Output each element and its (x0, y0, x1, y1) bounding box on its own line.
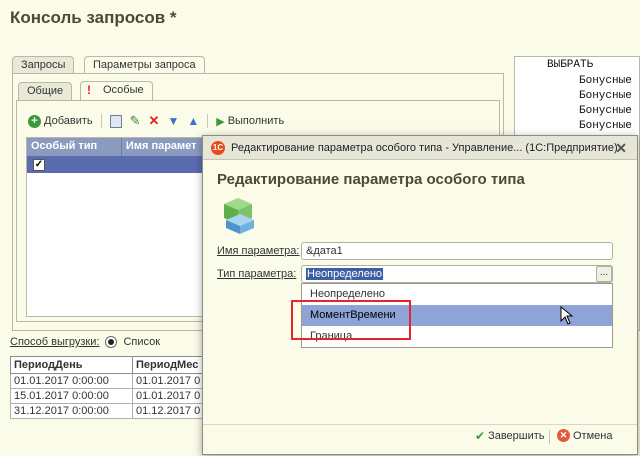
param-name-label: Имя параметра: (217, 245, 300, 257)
finish-icon: ✔ (475, 429, 486, 443)
query-line: Бонусные (579, 120, 632, 132)
grid-col-param-name[interactable]: Имя парамет (122, 138, 205, 156)
table-cell: 01.12.2017 0 (132, 403, 210, 419)
add-button[interactable]: + Добавить (28, 114, 93, 128)
param-type-value: Неопределено (306, 268, 384, 280)
radio-list[interactable] (105, 336, 118, 348)
query-line: Бонусные (579, 105, 632, 117)
tab-queries[interactable]: Запросы (12, 56, 75, 74)
table-row[interactable]: 15.01.2017 0:00:00 01.01.2017 0 (10, 388, 210, 404)
param-type-label: Тип параметра: (217, 268, 297, 280)
select-type-button[interactable]: ... (596, 266, 612, 282)
param-type-field[interactable]: Неопределено (301, 265, 613, 283)
table-cell: 01.01.2017 0 (132, 388, 210, 404)
move-down-icon[interactable]: ▼ (167, 114, 179, 128)
edit-icon[interactable]: ✎ (130, 113, 141, 129)
edit-param-dialog: 1С Редактирование параметра особого типа… (202, 135, 638, 455)
page-title: Консоль запросов * (10, 8, 177, 27)
dialog-titlebar[interactable]: 1С Редактирование параметра особого типа… (203, 136, 637, 160)
cancel-icon: ✕ (557, 429, 570, 442)
run-button-label: Выполнить (227, 115, 285, 127)
warning-icon: ! (87, 83, 91, 97)
tab-special-label: Особые (103, 84, 144, 96)
mouse-cursor-icon (560, 306, 574, 325)
tab-special[interactable]: ! Особые (80, 81, 153, 100)
highlight-box (291, 300, 411, 340)
table-row[interactable]: ✓ (27, 156, 205, 173)
dialog-heading: Редактирование параметра особого типа (217, 171, 525, 188)
run-button[interactable]: ▶ Выполнить (216, 115, 284, 128)
table-cell: 15.01.2017 0:00:00 (10, 388, 133, 404)
table-cell: 01.01.2017 0:00:00 (10, 373, 133, 389)
cancel-button[interactable]: ✕ Отмена (557, 429, 612, 442)
results-col-day[interactable]: ПериодДень (10, 356, 133, 374)
toolbar-separator (207, 114, 209, 128)
footer-separator (549, 430, 550, 444)
results-table: ПериодДень ПериодМес 01.01.2017 0:00:00 … (10, 356, 210, 419)
delete-icon[interactable]: ✕ (149, 113, 160, 129)
results-header: ПериодДень ПериодМес (10, 356, 210, 374)
cancel-button-label: Отмена (573, 429, 613, 442)
dialog-footer-divider (203, 424, 637, 425)
close-icon[interactable]: ✕ (615, 140, 627, 157)
tab-general[interactable]: Общие (18, 82, 73, 100)
finish-button-label: Завершить (488, 430, 545, 442)
special-params-grid: Особый тип Имя парамет ✓ (26, 137, 206, 317)
dialog-window-title: Редактирование параметра особого типа - … (231, 141, 618, 154)
export-mode-label: Способ выгрузки: (10, 336, 100, 348)
toolbar-separator (100, 114, 102, 128)
table-cell: 31.12.2017 0:00:00 (10, 403, 133, 419)
grid-header: Особый тип Имя парамет (27, 138, 205, 156)
query-line: Бонусные (579, 75, 632, 87)
row-checkbox[interactable]: ✓ (33, 158, 45, 171)
table-cell: 01.01.2017 0 (132, 373, 210, 389)
add-icon: + (28, 114, 41, 128)
grid-col-special-type[interactable]: Особый тип (27, 138, 122, 156)
copy-icon[interactable] (109, 114, 122, 128)
finish-button[interactable]: ✔ Завершить (475, 429, 545, 443)
radio-list-label: Список (123, 336, 161, 348)
play-icon: ▶ (216, 115, 225, 128)
add-button-label: Добавить (44, 115, 93, 127)
results-col-month[interactable]: ПериодМес (132, 356, 210, 374)
move-up-icon[interactable]: ▲ (187, 114, 199, 128)
table-row[interactable]: 01.01.2017 0:00:00 01.01.2017 0 (10, 373, 210, 389)
query-line: ВЫБРАТЬ (547, 59, 594, 71)
query-line: Бонусные (579, 90, 632, 102)
table-row[interactable]: 31.12.2017 0:00:00 01.12.2017 0 (10, 403, 210, 419)
param-name-field[interactable]: &дата1 (301, 242, 613, 260)
1c-logo-icon: 1С (211, 140, 225, 155)
cubes-icon (224, 198, 254, 234)
params-toolbar: + Добавить ✎ ✕ ▼ ▲ ▶ Выполнить (28, 112, 284, 130)
